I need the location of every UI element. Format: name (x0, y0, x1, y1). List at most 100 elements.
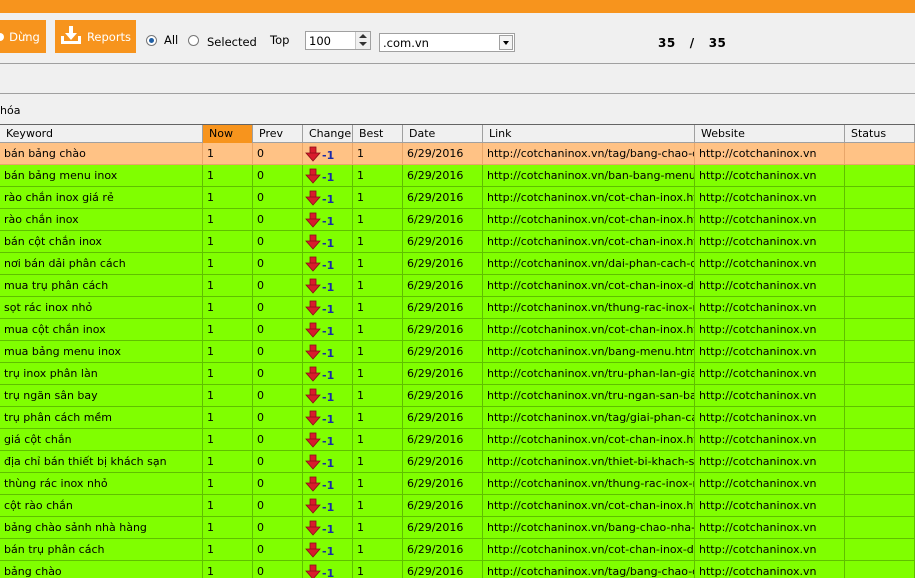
down-arrow-icon (305, 564, 321, 578)
col-header-link[interactable]: Link (483, 125, 695, 143)
cell-now: 1 (203, 231, 253, 253)
cell-best: 1 (353, 561, 403, 578)
col-header-now[interactable]: Now (203, 125, 253, 143)
radio-all[interactable] (146, 35, 157, 46)
cell-keyword: bán trụ phân cách (0, 539, 203, 561)
chevron-up-icon[interactable] (359, 34, 367, 38)
stop-button[interactable]: Dừng (0, 20, 46, 53)
dropdown-arrow-icon[interactable] (499, 35, 513, 50)
cell-now: 1 (203, 429, 253, 451)
table-row[interactable]: mua trụ phân cách10-116/29/2016http://co… (0, 275, 915, 297)
cell-keyword: nơi bán dải phân cách (0, 253, 203, 275)
cell-status (845, 407, 915, 429)
table-row[interactable]: bán trụ phân cách10-116/29/2016http://co… (0, 539, 915, 561)
cell-status (845, 341, 915, 363)
cell-prev: 0 (253, 517, 303, 539)
cell-now: 1 (203, 253, 253, 275)
col-header-prev[interactable]: Prev (253, 125, 303, 143)
table-row[interactable]: giá cột chắn10-116/29/2016http://cotchan… (0, 429, 915, 451)
cell-prev: 0 (253, 297, 303, 319)
table-row[interactable]: trụ inox phân làn10-116/29/2016http://co… (0, 363, 915, 385)
down-arrow-icon (305, 212, 321, 228)
radio-selected[interactable] (188, 35, 199, 46)
cell-best: 1 (353, 209, 403, 231)
cell-date: 6/29/2016 (403, 385, 483, 407)
keyword-grid: Keyword Now Prev Change Best Date Link W… (0, 124, 915, 578)
toolbar: Dừng Reports All Selected Top 100 .com.v… (0, 13, 915, 63)
cell-status (845, 231, 915, 253)
table-row[interactable]: rào chắn inox giá rẻ10-116/29/2016http:/… (0, 187, 915, 209)
cell-best: 1 (353, 363, 403, 385)
change-value: -1 (322, 563, 334, 578)
col-header-change[interactable]: Change (303, 125, 353, 143)
top-label: Top (270, 33, 289, 47)
table-row[interactable]: bán cột chắn inox10-116/29/2016http://co… (0, 231, 915, 253)
cell-best: 1 (353, 143, 403, 165)
table-row[interactable]: cột rào chắn10-116/29/2016http://cotchan… (0, 495, 915, 517)
cell-prev: 0 (253, 561, 303, 578)
cell-date: 6/29/2016 (403, 297, 483, 319)
cell-best: 1 (353, 275, 403, 297)
table-row[interactable]: bảng chào10-116/29/2016http://cotchanino… (0, 561, 915, 578)
change-value: -1 (322, 189, 334, 210)
cell-date: 6/29/2016 (403, 253, 483, 275)
cell-status (845, 363, 915, 385)
table-row[interactable]: bảng chào sảnh nhà hàng10-116/29/2016htt… (0, 517, 915, 539)
cell-date: 6/29/2016 (403, 341, 483, 363)
domain-select[interactable]: .com.vn (379, 33, 515, 52)
cell-website: http://cotchaninox.vn (695, 253, 845, 275)
cell-prev: 0 (253, 407, 303, 429)
cell-now: 1 (203, 539, 253, 561)
cell-keyword: bán cột chắn inox (0, 231, 203, 253)
cell-link: http://cotchaninox.vn/cot-chan-inox.html (483, 319, 695, 341)
chevron-down-icon[interactable] (359, 42, 367, 46)
table-row[interactable]: trụ ngăn sân bay10-116/29/2016http://cot… (0, 385, 915, 407)
table-row[interactable]: bán bảng menu inox10-116/29/2016http://c… (0, 165, 915, 187)
table-row[interactable]: địa chỉ bán thiết bị khách sạn10-116/29/… (0, 451, 915, 473)
col-header-best[interactable]: Best (353, 125, 403, 143)
table-row[interactable]: rào chắn inox10-116/29/2016http://cotcha… (0, 209, 915, 231)
cell-link: http://cotchaninox.vn/ban-bang-menu-in..… (483, 165, 695, 187)
cell-best: 1 (353, 319, 403, 341)
col-header-status[interactable]: Status (845, 125, 915, 143)
cell-change: -1 (303, 473, 353, 495)
table-row[interactable]: bán bảng chào10-116/29/2016http://cotcha… (0, 143, 915, 165)
col-header-website[interactable]: Website (695, 125, 845, 143)
cell-now: 1 (203, 187, 253, 209)
change-value: -1 (322, 233, 334, 254)
cell-website: http://cotchaninox.vn (695, 165, 845, 187)
stop-icon (0, 33, 4, 41)
result-counter: 35 / 35 (658, 36, 726, 50)
cell-change: -1 (303, 407, 353, 429)
cell-now: 1 (203, 275, 253, 297)
col-header-keyword[interactable]: Keyword (0, 125, 203, 143)
cell-website: http://cotchaninox.vn (695, 231, 845, 253)
table-row[interactable]: mua bảng menu inox10-116/29/2016http://c… (0, 341, 915, 363)
cell-status (845, 275, 915, 297)
cell-link: http://cotchaninox.vn/dai-phan-cach-di-.… (483, 253, 695, 275)
cell-prev: 0 (253, 363, 303, 385)
table-row[interactable]: thùng rác inox nhỏ10-116/29/2016http://c… (0, 473, 915, 495)
cell-website: http://cotchaninox.vn (695, 561, 845, 578)
table-row[interactable]: mua cột chắn inox10-116/29/2016http://co… (0, 319, 915, 341)
cell-best: 1 (353, 517, 403, 539)
stepper-buttons (355, 32, 370, 49)
cell-status (845, 143, 915, 165)
cell-best: 1 (353, 451, 403, 473)
cell-link: http://cotchaninox.vn/cot-chan-inox.html (483, 231, 695, 253)
table-row[interactable]: trụ phân cách mềm10-116/29/2016http://co… (0, 407, 915, 429)
cell-prev: 0 (253, 275, 303, 297)
cell-status (845, 209, 915, 231)
cell-prev: 0 (253, 231, 303, 253)
cell-date: 6/29/2016 (403, 561, 483, 578)
stop-button-label: Dừng (9, 30, 40, 44)
reports-button[interactable]: Reports (55, 20, 136, 53)
change-value: -1 (322, 145, 334, 166)
table-row[interactable]: sọt rác inox nhỏ10-116/29/2016http://cot… (0, 297, 915, 319)
table-row[interactable]: nơi bán dải phân cách10-116/29/2016http:… (0, 253, 915, 275)
cell-now: 1 (203, 143, 253, 165)
col-header-date[interactable]: Date (403, 125, 483, 143)
top-count-stepper[interactable]: 100 (305, 31, 371, 50)
down-arrow-icon (305, 278, 321, 294)
cell-keyword: bảng chào (0, 561, 203, 578)
